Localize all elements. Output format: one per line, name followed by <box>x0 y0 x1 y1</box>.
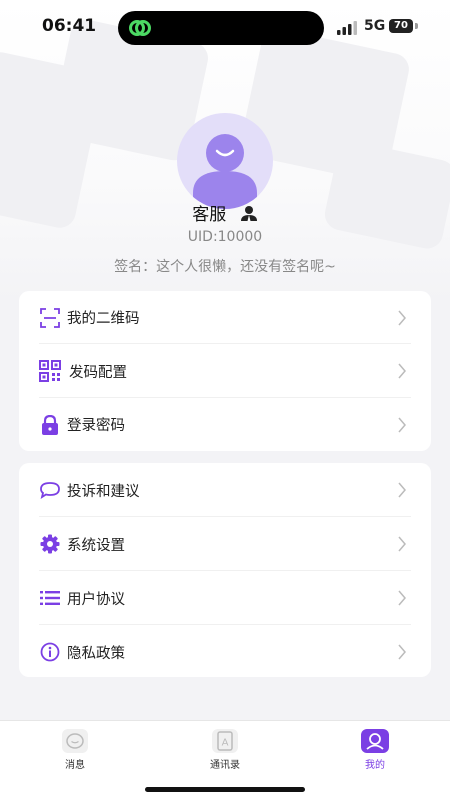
chevron-right-icon <box>398 417 406 433</box>
info-icon <box>39 641 61 663</box>
menu-card-settings: 投诉和建议 系统设置 用户协议 隐私政策 <box>19 463 431 677</box>
signature: 签名：这个人很懒，还没有签名呢~ <box>114 259 336 275</box>
menu-item-login-password[interactable]: 登录密码 <box>19 398 431 451</box>
menu-item-user-agreement[interactable]: 用户协议 <box>19 571 431 625</box>
battery-tip <box>415 23 418 29</box>
profile-name-row: 客服 <box>0 200 450 225</box>
person-icon <box>240 205 257 221</box>
contacts-icon: A <box>212 729 238 753</box>
chat-bubble-icon <box>39 479 61 501</box>
lock-icon <box>39 414 61 436</box>
status-time: 06:41 <box>42 16 97 36</box>
tab-label: 我的 <box>365 760 385 771</box>
menu-card-account: 我的二维码 发码配置 登录密码 <box>19 291 431 451</box>
avatar[interactable] <box>177 113 273 209</box>
tab-contacts[interactable]: A 通讯录 <box>175 729 275 771</box>
scan-frame-icon <box>39 307 61 329</box>
gear-icon <box>39 533 61 555</box>
chevron-right-icon <box>398 644 406 660</box>
chevron-right-icon <box>398 536 406 552</box>
network-type: 5G <box>364 18 386 34</box>
chevron-right-icon <box>398 363 406 379</box>
list-icon <box>39 587 61 609</box>
profile-icon <box>361 729 389 753</box>
menu-item-label: 系统设置 <box>67 537 125 554</box>
signal-icon <box>337 21 357 35</box>
menu-item-feedback[interactable]: 投诉和建议 <box>19 463 431 517</box>
dynamic-island <box>118 11 324 45</box>
menu-item-label: 投诉和建议 <box>67 483 140 500</box>
menu-item-label: 用户协议 <box>67 591 125 608</box>
tab-label: 消息 <box>65 760 85 771</box>
chevron-right-icon <box>398 310 406 326</box>
message-icon <box>62 729 88 753</box>
status-bar: 06:41 5G 70 <box>0 0 450 56</box>
chevron-right-icon <box>398 482 406 498</box>
menu-item-my-qrcode[interactable]: 我的二维码 <box>19 291 431 344</box>
user-id: UID:10000 <box>187 229 263 245</box>
menu-item-code-config[interactable]: 发码配置 <box>19 344 431 398</box>
tab-messages[interactable]: 消息 <box>25 729 125 771</box>
menu-item-privacy-policy[interactable]: 隐私政策 <box>19 625 431 677</box>
menu-item-label: 隐私政策 <box>67 645 125 662</box>
menu-item-label: 发码配置 <box>69 364 127 381</box>
default-avatar-icon <box>193 134 257 209</box>
menu-item-label: 登录密码 <box>67 418 125 434</box>
profile-name: 客服 <box>192 205 227 225</box>
link-rings-icon <box>129 20 151 36</box>
tab-label: 通讯录 <box>210 760 240 771</box>
tab-profile[interactable]: 我的 <box>325 729 425 771</box>
home-indicator <box>145 787 305 792</box>
menu-item-label: 我的二维码 <box>67 311 140 327</box>
chevron-right-icon <box>398 590 406 606</box>
menu-item-system-settings[interactable]: 系统设置 <box>19 517 431 571</box>
qr-code-icon <box>39 360 61 382</box>
battery-icon: 70 <box>389 19 413 33</box>
svg-text:A: A <box>222 738 229 749</box>
